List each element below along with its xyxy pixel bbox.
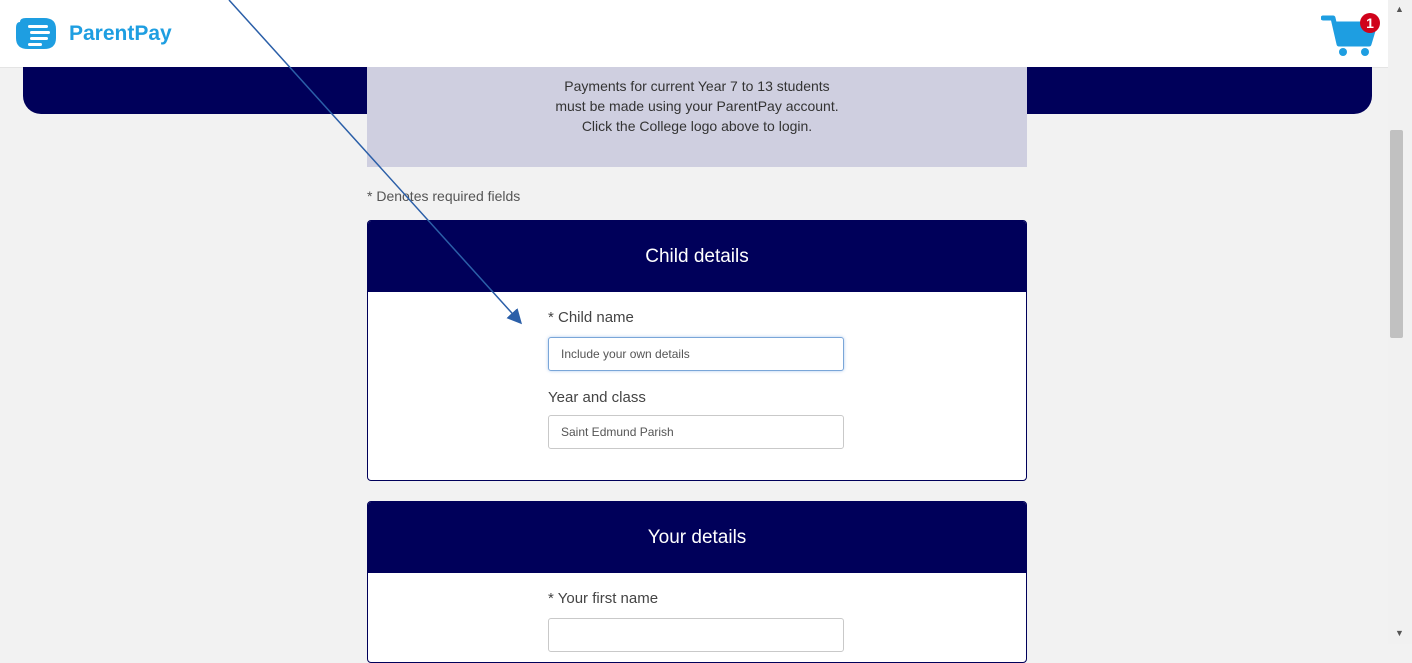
parentpay-hand-icon [16,18,56,49]
brand-name: ParentPay [69,22,172,45]
cart-count-badge: 1 [1360,13,1380,33]
child-name-label: * Child name [548,309,634,326]
first-name-label: * Your first name [548,590,659,607]
scrollbar-thumb[interactable] [1390,130,1403,338]
top-bar: ParentPay [0,0,1388,68]
scroll-down-arrow-icon[interactable]: ▼ [1395,628,1404,638]
child-details-card: Child details * Child name Year and clas… [367,220,1027,481]
child-name-input[interactable] [548,337,844,371]
notice-line: must be made using your ParentPay accoun… [555,98,839,114]
notice-line: Click the College logo above to login. [581,118,813,134]
your-details-card: Your details * Your first name [367,501,1027,663]
section-title: Your details [368,502,1026,573]
notice-line: Payments for current Year 7 to 13 studen… [564,78,830,94]
login-notice: Payments for current Year 7 to 13 studen… [367,67,1027,167]
year-and-class-input[interactable] [548,415,844,449]
required-fields-note: * Denotes required fields [367,188,521,204]
scroll-up-arrow-icon[interactable]: ▲ [1395,4,1404,14]
parentpay-logo[interactable]: ParentPay [14,18,172,50]
year-and-class-label: Year and class [548,389,646,406]
first-name-input[interactable] [548,618,844,652]
section-title: Child details [368,221,1026,292]
